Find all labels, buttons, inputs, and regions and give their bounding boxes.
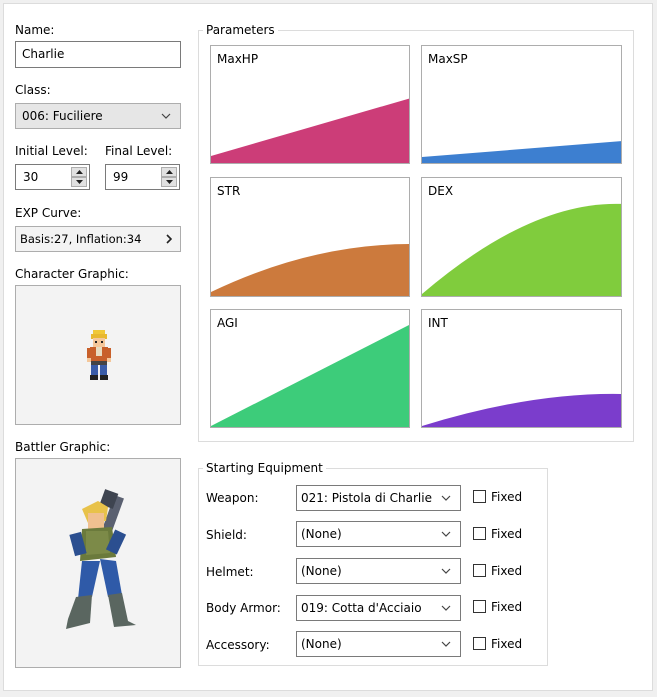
shield-select-value: (None) <box>301 527 342 541</box>
parameters-title: Parameters <box>203 23 278 37</box>
param-card-dex[interactable]: DEX <box>421 177 622 297</box>
chevron-down-icon <box>439 486 453 510</box>
character-graphic-box[interactable] <box>15 285 181 425</box>
param-card-agi[interactable]: AGI <box>210 309 410 428</box>
weapon-select[interactable]: 021: Pistola di Charlie <box>296 485 461 511</box>
helmet-select[interactable]: (None) <box>296 558 461 584</box>
chevron-down-icon <box>439 522 453 546</box>
body-armor-select[interactable]: 019: Cotta d'Acciaio <box>296 595 461 621</box>
battler-graphic-box[interactable] <box>15 458 181 668</box>
class-select-value: 006: Fuciliere <box>22 109 103 123</box>
exp-curve-label: EXP Curve: <box>15 206 82 220</box>
character-sprite <box>87 330 111 380</box>
arrow-down-icon[interactable] <box>161 177 177 187</box>
chevron-right-icon <box>162 227 176 251</box>
param-card-maxhp[interactable]: MaxHP <box>210 45 410 164</box>
weapon-select-value: 021: Pistola di Charlie <box>301 491 432 505</box>
class-label: Class: <box>15 83 51 97</box>
shield-fixed-checkbox[interactable] <box>473 527 486 540</box>
weapon-label: Weapon: <box>206 491 259 505</box>
param-card-str[interactable]: STR <box>210 177 410 297</box>
param-curve-maxsp <box>422 141 621 163</box>
final-level-value: 99 <box>113 170 129 184</box>
shield-label: Shield: <box>206 528 247 542</box>
chevron-down-icon <box>439 559 453 583</box>
accessory-fixed-checkbox[interactable] <box>473 637 486 650</box>
final-level-label: Final Level: <box>105 144 173 158</box>
initial-level-label: Initial Level: <box>15 144 88 158</box>
body-armor-label: Body Armor: <box>206 601 281 615</box>
helmet-label: Helmet: <box>206 565 254 579</box>
body-armor-fixed-label: Fixed <box>491 600 523 614</box>
body-armor-select-value: 019: Cotta d'Acciaio <box>301 601 422 615</box>
accessory-label: Accessory: <box>206 638 270 652</box>
weapon-fixed-label: Fixed <box>491 490 523 504</box>
body-armor-fixed-checkbox[interactable] <box>473 600 486 613</box>
shield-select[interactable]: (None) <box>296 521 461 547</box>
arrow-down-icon[interactable] <box>71 177 87 187</box>
param-card-maxsp[interactable]: MaxSP <box>421 45 622 164</box>
accessory-select-value: (None) <box>301 637 342 651</box>
helmet-fixed-checkbox[interactable] <box>473 564 486 577</box>
accessory-fixed-label: Fixed <box>491 637 523 651</box>
initial-level-spinner[interactable]: 30 <box>15 164 90 190</box>
chevron-down-icon <box>439 632 453 656</box>
character-graphic-label: Character Graphic: <box>15 267 129 281</box>
param-curve-agi <box>211 325 409 427</box>
helmet-select-value: (None) <box>301 564 342 578</box>
name-label: Name: <box>15 23 55 37</box>
equipment-title: Starting Equipment <box>203 461 326 475</box>
exp-curve-button[interactable]: Basis:27, Inflation:34 <box>15 226 181 252</box>
chevron-down-icon <box>439 596 453 620</box>
accessory-select[interactable]: (None) <box>296 631 461 657</box>
weapon-fixed-checkbox[interactable] <box>473 490 486 503</box>
class-select[interactable]: 006: Fuciliere <box>15 103 181 129</box>
param-curve-maxhp <box>211 98 409 163</box>
battler-sprite <box>66 489 136 629</box>
name-input[interactable]: Charlie <box>15 41 181 68</box>
initial-level-value: 30 <box>23 170 39 184</box>
exp-curve-value: Basis:27, Inflation:34 <box>20 232 142 246</box>
battler-graphic-label: Battler Graphic: <box>15 440 111 454</box>
arrow-up-icon[interactable] <box>161 167 177 177</box>
shield-fixed-label: Fixed <box>491 527 523 541</box>
helmet-fixed-label: Fixed <box>491 564 523 578</box>
chevron-down-icon <box>159 104 173 128</box>
param-card-int[interactable]: INT <box>421 309 622 428</box>
param-curve-str <box>211 244 409 296</box>
param-curve-dex <box>422 203 621 296</box>
arrow-up-icon[interactable] <box>71 167 87 177</box>
param-curve-int <box>422 393 621 427</box>
final-level-spinner[interactable]: 99 <box>105 164 180 190</box>
